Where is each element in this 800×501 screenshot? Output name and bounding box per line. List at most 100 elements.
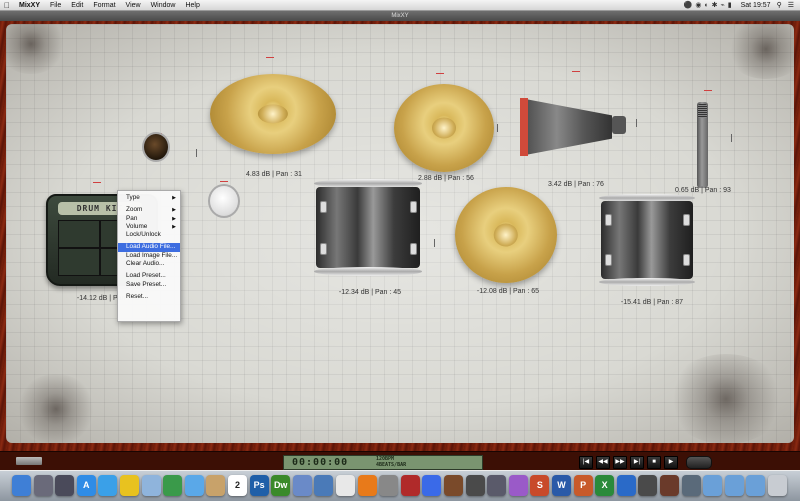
time-display: 00:00:00 xyxy=(292,457,349,468)
microphone-grille xyxy=(698,104,707,118)
sketch-icon[interactable]: S xyxy=(530,475,550,496)
menu-help[interactable]: Help xyxy=(180,2,204,9)
menu-item-zoom[interactable]: Zoom ▶ xyxy=(118,206,180,214)
menu-edit[interactable]: Edit xyxy=(66,2,88,9)
menu-item-label: Reset... xyxy=(126,292,149,300)
trash-folder-icon[interactable] xyxy=(681,475,701,496)
downloads-folder-icon[interactable] xyxy=(746,475,766,496)
safari-icon[interactable] xyxy=(98,475,118,496)
instrument-label: 4.83 dB | Pan : 31 xyxy=(246,171,302,178)
microphone[interactable] xyxy=(696,102,710,190)
excel-icon[interactable]: X xyxy=(595,475,615,496)
menu-item-save-preset[interactable]: Save Preset... xyxy=(118,281,180,289)
transport-bar: 00:00:00 120BPM 4BEATS/BAR |◀ ◀◀ ▶▶ ▶| ■… xyxy=(0,451,800,471)
wood-frame: 4.83 dB | Pan : 31 2.88 dB | Pan : 56 3.… xyxy=(0,21,800,451)
small-drum-white[interactable] xyxy=(208,184,240,218)
textedit-icon[interactable] xyxy=(336,475,355,496)
stop-button[interactable]: ■ xyxy=(647,456,661,469)
menu-view[interactable]: View xyxy=(121,2,146,9)
drum-lug xyxy=(605,254,612,266)
menu-item-load-image-file[interactable]: Load Image File... xyxy=(118,252,180,260)
drum-pad[interactable] xyxy=(58,248,100,276)
search-icon[interactable]: ⚲ xyxy=(777,1,782,9)
settings-button[interactable] xyxy=(16,457,42,465)
go-to-start-button[interactable]: |◀ xyxy=(579,456,593,469)
window-title: MixXY xyxy=(0,11,800,21)
drum-lug xyxy=(683,254,690,266)
tom-left[interactable] xyxy=(313,179,423,276)
tom-right[interactable] xyxy=(599,194,695,286)
drum-lug xyxy=(605,214,612,226)
rewind-button[interactable]: ◀◀ xyxy=(596,456,610,469)
small-drum-dark[interactable] xyxy=(142,132,170,162)
trash-icon[interactable] xyxy=(768,475,787,496)
game-center-icon[interactable] xyxy=(508,475,528,496)
menu-window[interactable]: Window xyxy=(146,2,181,9)
clock[interactable]: Sat 19:57 xyxy=(741,2,771,9)
mixxy-icon[interactable] xyxy=(660,475,679,496)
photoshop-icon[interactable]: Ps xyxy=(249,475,269,496)
menu-item-reset[interactable]: Reset... xyxy=(118,293,180,301)
dvd-player-icon[interactable] xyxy=(487,475,507,496)
play-button[interactable]: ▶ xyxy=(664,456,678,469)
menu-item-volume[interactable]: Volume ▶ xyxy=(118,223,180,231)
splatter-decoration xyxy=(726,24,794,79)
pan-marker xyxy=(704,90,712,91)
list-icon[interactable]: ☰ xyxy=(788,1,794,9)
finder-icon[interactable] xyxy=(12,475,31,496)
outlook-icon[interactable] xyxy=(616,475,636,496)
applications-folder-icon[interactable] xyxy=(703,475,723,496)
drum-pad[interactable] xyxy=(58,220,100,248)
menu-item-label: Zoom xyxy=(126,206,143,214)
menu-item-label: Volume xyxy=(126,222,148,230)
preview-icon[interactable] xyxy=(292,475,312,496)
menu-format[interactable]: Format xyxy=(88,2,120,9)
dreamweaver-icon[interactable]: Dw xyxy=(271,475,291,496)
ride-cymbal[interactable] xyxy=(394,84,494,172)
loop-toggle[interactable] xyxy=(686,456,712,469)
splatter-decoration xyxy=(666,354,786,443)
mixer-canvas[interactable]: 4.83 dB | Pan : 31 2.88 dB | Pan : 56 3.… xyxy=(6,24,794,443)
launchpad-icon[interactable] xyxy=(33,475,53,496)
menu-app-name[interactable]: MixXY xyxy=(14,2,45,9)
menu-item-load-preset[interactable]: Load Preset... xyxy=(118,272,180,280)
calendar-icon[interactable]: 2 xyxy=(228,475,247,496)
menu-file[interactable]: File xyxy=(45,2,66,9)
mail-icon[interactable] xyxy=(141,475,161,496)
forward-button[interactable]: ▶▶ xyxy=(613,456,627,469)
drum-lug xyxy=(320,201,327,213)
vlc-icon[interactable] xyxy=(357,475,377,496)
utility-icon[interactable] xyxy=(465,475,485,496)
menu-item-label: Lock/Unlock xyxy=(126,231,161,239)
drum-shell xyxy=(316,186,420,269)
submenu-arrow-icon: ▶ xyxy=(172,207,176,214)
system-preferences-icon[interactable] xyxy=(379,475,399,496)
facetime-icon[interactable] xyxy=(163,475,183,496)
position-tick xyxy=(636,119,637,127)
powerpoint-icon[interactable]: P xyxy=(573,475,593,496)
messages-icon[interactable] xyxy=(184,475,204,496)
word-icon[interactable]: W xyxy=(552,475,571,496)
contacts-icon[interactable] xyxy=(206,475,226,496)
go-to-end-button[interactable]: ▶| xyxy=(630,456,644,469)
itunes-icon[interactable] xyxy=(422,475,442,496)
drum-lug xyxy=(410,201,417,213)
menu-item-load-audio-file[interactable]: Load Audio File... xyxy=(118,243,180,252)
final-cut-icon[interactable] xyxy=(638,475,658,496)
apple-icon[interactable]:  xyxy=(0,1,14,10)
cowbell[interactable] xyxy=(520,98,630,158)
chrome-icon[interactable] xyxy=(120,475,139,496)
documents-folder-icon[interactable] xyxy=(724,475,744,496)
app-store-icon[interactable]: A xyxy=(76,475,96,496)
guitar-icon[interactable] xyxy=(444,475,463,496)
drum-bottom-hoop xyxy=(599,277,695,286)
menu-item-clear-audio[interactable]: Clear Audio... xyxy=(118,260,180,268)
menu-item-type[interactable]: Type ▶ xyxy=(118,194,180,202)
menu-item-pan[interactable]: Pan ▶ xyxy=(118,215,180,223)
menu-item-lock-unlock[interactable]: Lock/Unlock xyxy=(118,231,180,239)
mission-control-icon[interactable] xyxy=(55,475,75,496)
crash-cymbal[interactable] xyxy=(210,74,336,154)
xcode-icon[interactable] xyxy=(314,475,334,496)
book-icon[interactable] xyxy=(400,475,420,496)
china-cymbal[interactable] xyxy=(455,187,557,283)
